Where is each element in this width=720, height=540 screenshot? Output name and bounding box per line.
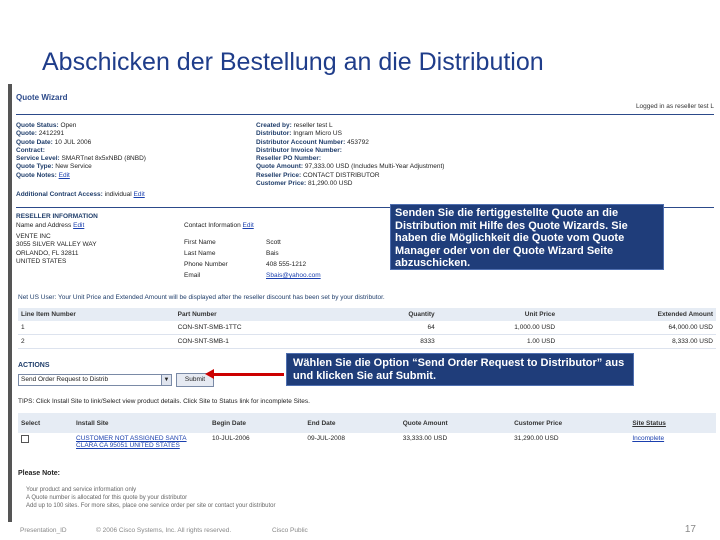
contact-info-edit-link[interactable]: Edit — [243, 222, 254, 229]
sites-table: Select Install Site Begin Date End Date … — [18, 413, 716, 457]
field-quote-status: Quote Status: Open — [16, 122, 77, 129]
callout-send-quote: Senden Sie die fertiggestellte Quote an … — [390, 204, 664, 270]
field-quote-notes: Quote Notes: Edit — [16, 171, 70, 179]
quote-summary-right: Created by: reseller test L Distributor:… — [256, 122, 445, 188]
unit-price-note: Net US User: Your Unit Price and Extende… — [18, 294, 385, 301]
page-number: 17 — [684, 524, 696, 535]
contact-email-link[interactable]: Sbais@yahoo.com — [266, 270, 321, 281]
please-note-heading: Please Note: — [18, 470, 61, 477]
site-status-link[interactable]: Incomplete — [629, 433, 716, 457]
line-items-table: Line Item Number Part Number Quantity Un… — [18, 308, 716, 349]
quote-summary-left: Quote Status: Open Quote: 2412291 Quote … — [16, 122, 146, 180]
pointer-arrow — [212, 373, 284, 376]
field-quote-type: Quote Type: New Service — [16, 163, 92, 171]
chevron-down-icon: ▼ — [161, 375, 171, 385]
callout-select-option: Wählen Sie die Option “Send Order Reques… — [286, 353, 634, 386]
install-site-link[interactable]: CUSTOMER NOT ASSIGNED SANTA CLARA CA 950… — [73, 433, 209, 457]
please-note-line: Add up to 100 sites. For more sites, pla… — [26, 503, 276, 509]
table-header-row: Line Item Number Part Number Quantity Un… — [18, 308, 716, 321]
table-row: 1 CON-SNT-SMB-1TTC 64 1,000.00 USD 64,00… — [18, 321, 716, 335]
field-quote-date: Quote Date: 10 JUL 2006 — [16, 138, 92, 146]
reseller-contact: First Name Scott Last Name Bais Phone Numb… — [184, 239, 321, 279]
actions-heading: ACTIONS — [18, 362, 50, 369]
logged-in-text: Logged in as reseller test L — [635, 103, 714, 110]
please-note-line: Your product and service information onl… — [26, 487, 137, 493]
quote-notes-edit-link[interactable]: Edit — [59, 172, 70, 179]
slide-title: Abschicken der Bestellung an die Distrib… — [42, 48, 544, 76]
action-select[interactable]: Send Order Request to Distrib ▼ — [18, 374, 172, 386]
table-header-row: Select Install Site Begin Date End Date … — [18, 413, 716, 433]
name-address-row: Name and Address Edit — [16, 222, 85, 229]
tips-text: TIPS: Click Install Site to link/Select … — [18, 398, 310, 405]
quote-wizard-screenshot: Quote Wizard Logged in as reseller test … — [8, 84, 718, 522]
contract-access-edit-link[interactable]: Edit — [134, 191, 145, 198]
table-row: 2 CON-SNT-SMB-1 8333 1.00 USD 8,333.00 U… — [18, 334, 716, 349]
table-row: CUSTOMER NOT ASSIGNED SANTA CLARA CA 950… — [18, 433, 716, 457]
footer-classification: Cisco Public — [272, 527, 308, 534]
header-divider — [16, 114, 714, 115]
field-service-level: Service Level: SMARTnet 8x5xNBD (8NBD) — [16, 155, 146, 163]
reseller-address: VENTE INC 3055 SILVER VALLEY WAY ORLANDO… — [16, 233, 97, 265]
wizard-title: Quote Wizard — [16, 93, 68, 102]
select-site-checkbox[interactable] — [21, 435, 29, 443]
field-quote: Quote: 2412291 — [16, 130, 65, 138]
field-contract: Contract: — [16, 146, 45, 154]
footer-copyright: © 2006 Cisco Systems, Inc. All rights re… — [96, 527, 232, 534]
please-note-line: A Quote number is allocated for this quo… — [26, 495, 188, 501]
footer-presentation-id: Presentation_ID — [20, 527, 67, 534]
name-address-edit-link[interactable]: Edit — [73, 222, 84, 229]
arrow-head-icon — [205, 369, 214, 379]
reseller-info-heading: RESELLER INFORMATION — [16, 213, 98, 220]
contract-access: Additional Contract Access: individual E… — [16, 191, 145, 198]
site-status-header-link[interactable]: Site Status — [629, 413, 716, 433]
